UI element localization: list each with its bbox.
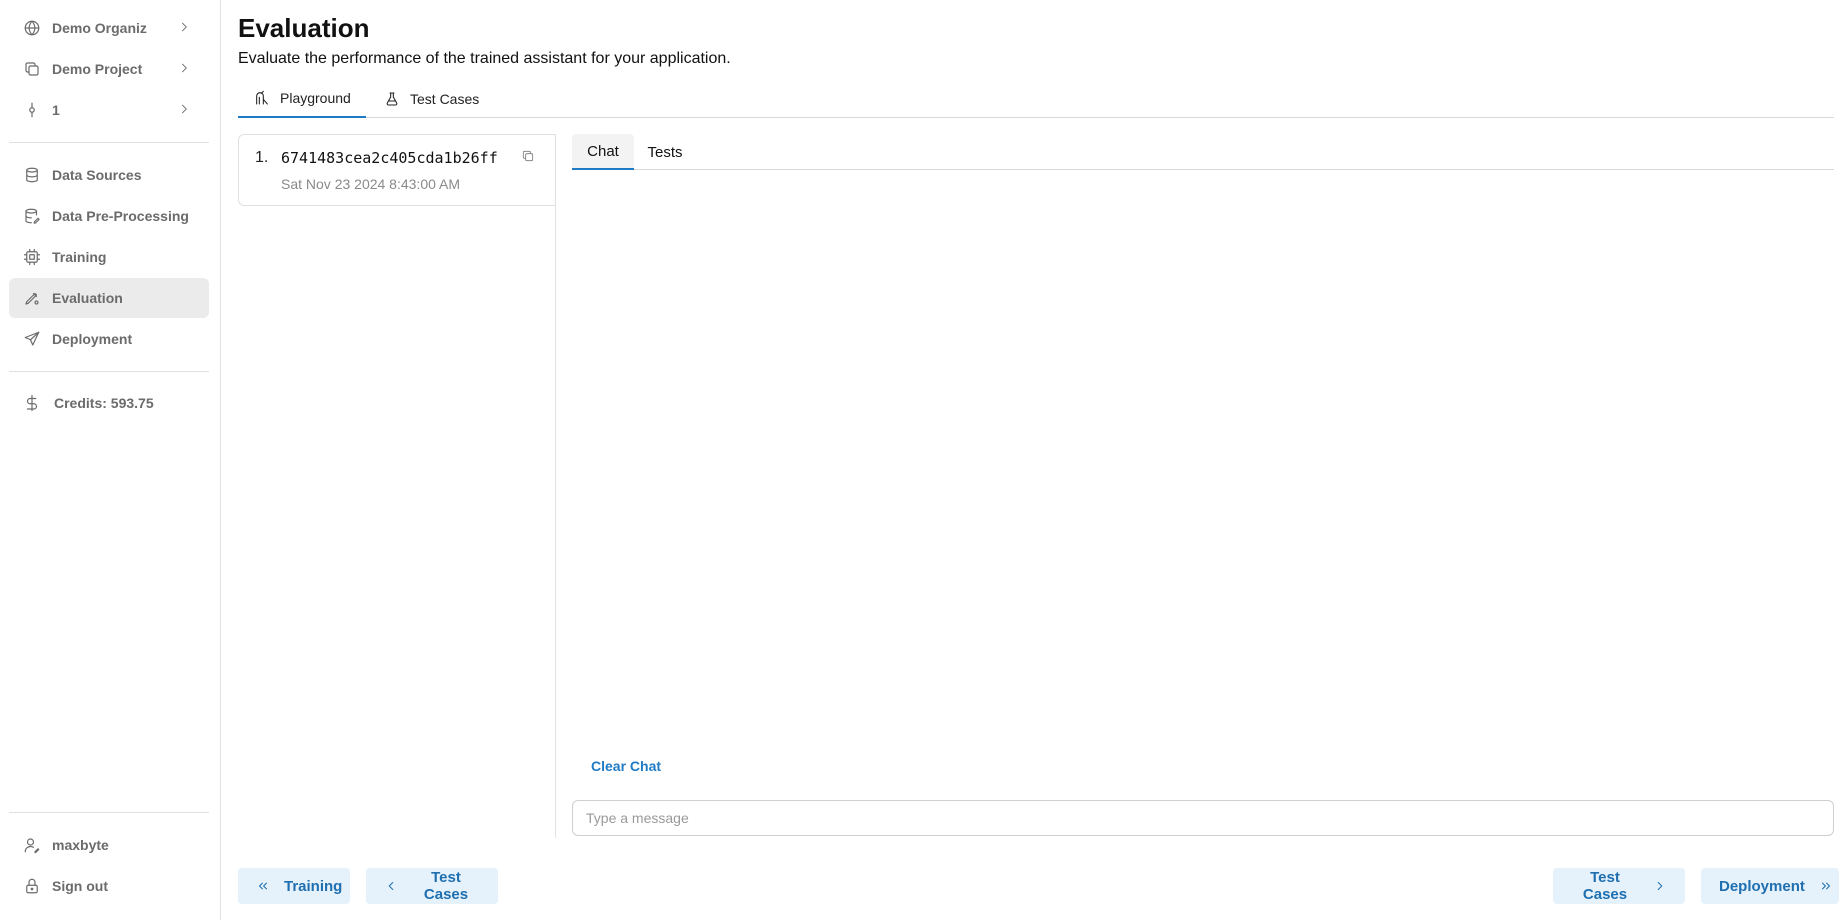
flask-icon <box>384 91 400 107</box>
project-label: Demo Project <box>52 61 143 77</box>
chevrons-left-icon <box>256 879 270 893</box>
tab-test-cases[interactable]: Test Cases <box>384 80 508 118</box>
tab-tests[interactable]: Tests <box>634 134 696 170</box>
lock-icon <box>22 876 42 896</box>
project-selector[interactable]: Demo Project <box>9 49 209 89</box>
copy-icon[interactable] <box>521 149 537 165</box>
button-label: Test Cases <box>1582 869 1628 903</box>
button-label: Training <box>284 877 343 895</box>
prev-step-test-cases-button[interactable]: Test Cases <box>366 868 498 904</box>
page-subtitle: Evaluate the performance of the trained … <box>238 50 731 67</box>
sidebar-item-label: Data Sources <box>52 167 142 183</box>
chevron-right-icon <box>177 102 191 116</box>
clear-chat-button[interactable]: Clear Chat <box>591 758 661 774</box>
user-profile[interactable]: maxbyte <box>9 825 209 865</box>
tab-label: Chat <box>587 142 619 160</box>
sidebar-item-label: Training <box>52 249 107 265</box>
sidebar-divider <box>9 812 209 813</box>
database-edit-icon <box>22 206 42 226</box>
sidebar-item-training[interactable]: Training <box>9 237 209 277</box>
playground-icon <box>254 90 270 106</box>
list-item[interactable]: 1. 6741483cea2c405cda1b26ff Sat Nov 23 2… <box>238 134 556 206</box>
next-step-deployment-button[interactable]: Deployment <box>1701 868 1839 904</box>
user-name: maxbyte <box>52 837 109 853</box>
main-tabs: Playground Test Cases <box>238 80 1834 118</box>
sidebar-item-data-pre-processing[interactable]: Data Pre-Processing <box>9 196 209 236</box>
commit-icon <box>22 100 42 120</box>
credits-label: Credits: 593.75 <box>54 395 154 411</box>
cpu-icon <box>22 247 42 267</box>
sidebar-divider <box>9 142 209 143</box>
sidebar: Demo Organiz Demo Project 1 Data Sources… <box>0 0 221 920</box>
copy-stack-icon <box>22 59 42 79</box>
sidebar-item-label: Deployment <box>52 331 133 347</box>
run-index: 1. <box>255 149 269 166</box>
pen-tool-icon <box>22 288 42 308</box>
button-label: Deployment <box>1719 877 1805 895</box>
dollar-icon <box>22 393 42 413</box>
message-input[interactable] <box>572 800 1834 836</box>
chevron-right-icon <box>177 61 191 75</box>
tab-playground[interactable]: Playground <box>238 80 366 118</box>
sign-out-label: Sign out <box>52 878 108 894</box>
version-selector[interactable]: 1 <box>9 90 209 130</box>
button-label: Test Cases <box>423 869 469 903</box>
tab-chat[interactable]: Chat <box>572 134 634 170</box>
credits-display: Credits: 593.75 <box>9 383 209 423</box>
chevron-left-icon <box>384 879 398 893</box>
chevrons-right-icon <box>1819 879 1833 893</box>
sign-out-button[interactable]: Sign out <box>9 866 209 906</box>
run-date: Sat Nov 23 2024 8:43:00 AM <box>281 176 461 192</box>
chevron-right-icon <box>177 20 191 34</box>
tab-label: Test Cases <box>410 91 480 107</box>
sidebar-item-label: Evaluation <box>52 290 123 306</box>
globe-icon <box>22 18 42 38</box>
sidebar-item-evaluation[interactable]: Evaluation <box>9 278 209 318</box>
tab-label: Playground <box>280 90 351 106</box>
user-edit-icon <box>22 835 42 855</box>
next-step-test-cases-button[interactable]: Test Cases <box>1553 868 1685 904</box>
run-list: 1. 6741483cea2c405cda1b26ff Sat Nov 23 2… <box>238 134 556 838</box>
version-label: 1 <box>52 102 60 118</box>
run-id: 6741483cea2c405cda1b26ff <box>281 149 498 167</box>
chevron-right-icon <box>1653 879 1667 893</box>
prev-step-training-button[interactable]: Training <box>238 868 350 904</box>
org-label: Demo Organiz <box>52 20 147 36</box>
sidebar-item-label: Data Pre-Processing <box>52 208 189 224</box>
org-selector[interactable]: Demo Organiz <box>9 8 209 48</box>
sidebar-item-data-sources[interactable]: Data Sources <box>9 155 209 195</box>
sidebar-divider <box>9 371 209 372</box>
send-icon <box>22 329 42 349</box>
chat-tabs: Chat Tests <box>572 134 1834 170</box>
page-title: Evaluation <box>238 13 370 43</box>
tab-label: Tests <box>647 143 683 161</box>
sidebar-item-deployment[interactable]: Deployment <box>9 319 209 359</box>
database-icon <box>22 165 42 185</box>
